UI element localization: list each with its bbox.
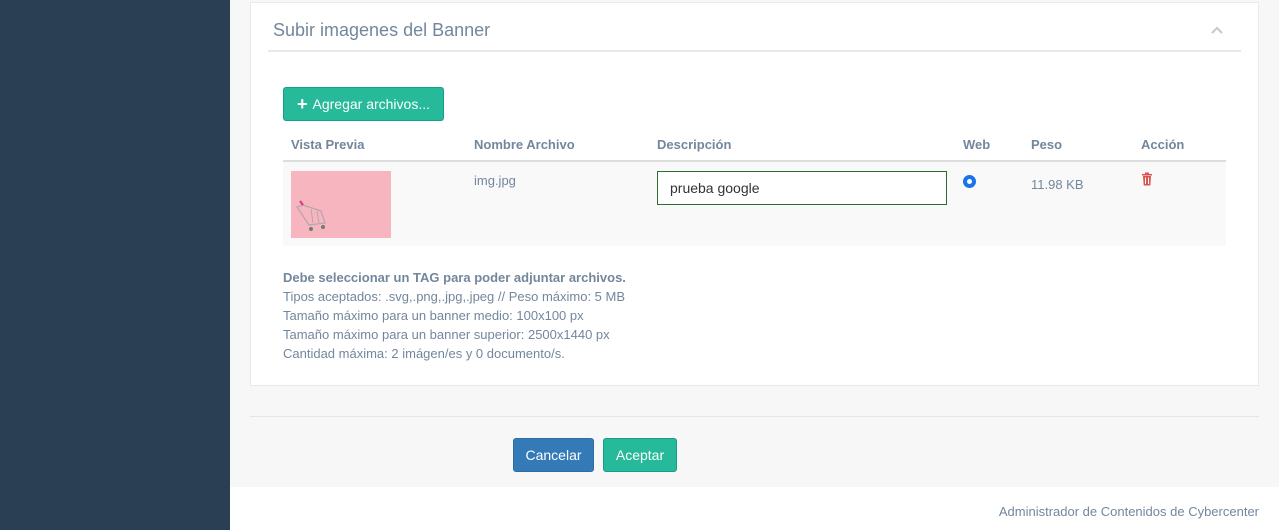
header-size: Peso	[1031, 137, 1063, 152]
description-input[interactable]	[657, 171, 947, 205]
filename-cell: img.jpg	[474, 173, 516, 188]
header-filename: Nombre Archivo	[474, 137, 575, 152]
header-description: Descripción	[657, 137, 732, 152]
add-files-label: Agregar archivos...	[312, 96, 431, 112]
header-web: Web	[963, 137, 991, 152]
main-content: Subir imagenes del Banner + Agregar arch…	[230, 0, 1279, 487]
tag-warning: Debe seleccionar un TAG para poder adjun…	[283, 270, 626, 285]
chevron-up-icon[interactable]	[1210, 23, 1224, 37]
footer: Administrador de Contenidos de Cybercent…	[230, 487, 1279, 530]
trash-icon[interactable]	[1141, 172, 1153, 186]
accept-button[interactable]: Aceptar	[603, 438, 677, 472]
header-action: Acción	[1141, 137, 1185, 152]
form-divider	[250, 416, 1259, 417]
plus-icon: +	[296, 94, 308, 114]
size-cell: 11.98 KB	[1031, 177, 1084, 192]
title-divider	[268, 50, 1241, 52]
panel-title: Subir imagenes del Banner	[273, 20, 491, 40]
preview-thumbnail	[291, 171, 391, 238]
upload-notes: Debe seleccionar un TAG para poder adjun…	[283, 268, 626, 363]
header-preview: Vista Previa	[291, 137, 365, 152]
web-radio[interactable]	[963, 175, 976, 188]
sidebar	[0, 0, 230, 530]
note-line: Cantidad máxima: 2 imágen/es y 0 documen…	[283, 346, 565, 361]
add-files-button[interactable]: + Agregar archivos...	[283, 87, 444, 121]
footer-text: Administrador de Contenidos de Cybercent…	[998, 504, 1259, 519]
cancel-button[interactable]: Cancelar	[513, 438, 594, 472]
upload-panel: Subir imagenes del Banner + Agregar arch…	[250, 2, 1259, 386]
note-line: Tipos aceptados: .svg,.png,.jpg,.jpeg //…	[283, 289, 626, 304]
note-line: Tamaño máximo para un banner medio: 100x…	[283, 308, 584, 323]
note-line: Tamaño máximo para un banner superior: 2…	[283, 327, 610, 342]
